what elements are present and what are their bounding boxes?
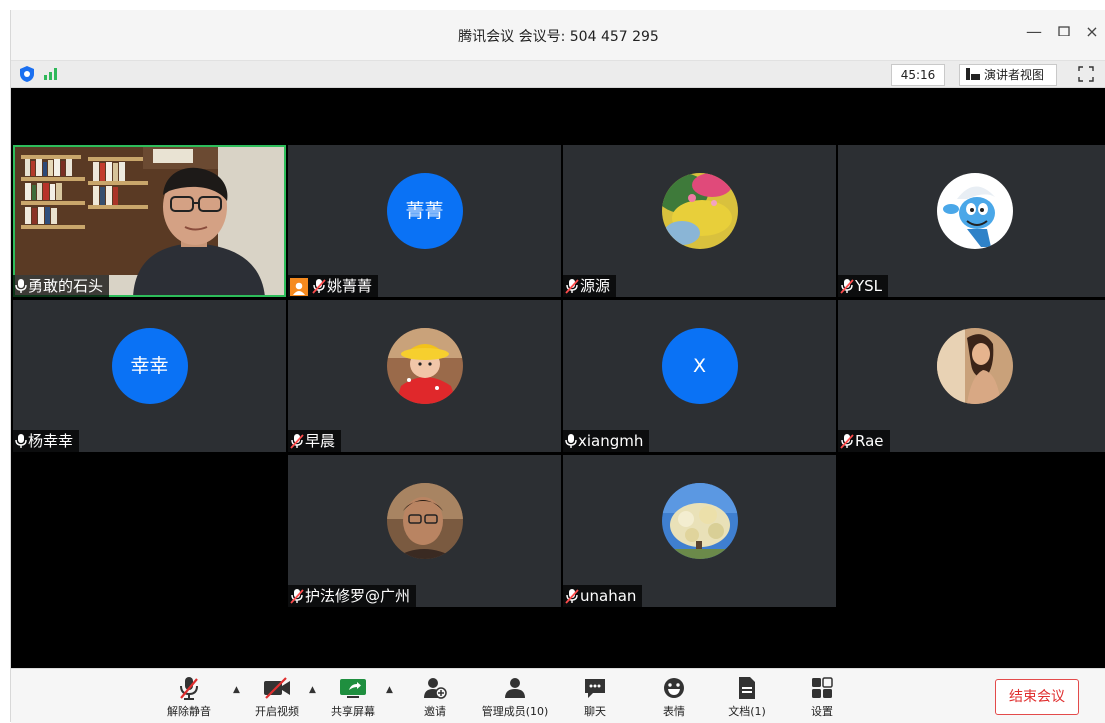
meeting-timer: 45:16 (891, 64, 945, 86)
window-title: 腾讯会议 会议号: 504 457 295 (458, 29, 659, 45)
reactions-label: 表情 (663, 705, 685, 718)
start-video-button[interactable]: 开启视频 (247, 675, 307, 719)
microphone-muted-icon (312, 279, 326, 294)
participant-name: 姚菁菁 (327, 277, 373, 295)
share-screen-icon (340, 679, 366, 698)
participant-nametag: 姚菁菁 (288, 275, 379, 297)
avatar: 幸幸 (111, 328, 188, 404)
avatar: 菁菁 (386, 173, 463, 249)
maximize-button[interactable] (1051, 21, 1077, 40)
participant-tile[interactable]: 幸幸 杨幸幸 (13, 300, 286, 452)
video-gallery: 勇敢的石头 菁菁 姚菁菁 源源 YSL 幸幸 杨幸幸 早晨 X xiangmh … (11, 88, 1105, 668)
participant-nametag: Rae (838, 430, 890, 452)
unmute-label: 解除静音 (167, 705, 211, 718)
maximize-icon (1058, 26, 1070, 37)
close-button[interactable]: × (1079, 22, 1105, 41)
microphone-muted-icon (565, 589, 579, 604)
share-screen-label: 共享屏幕 (331, 705, 375, 718)
smiley-icon (664, 678, 684, 698)
participant-name: 源源 (580, 277, 611, 295)
settings-button[interactable]: 设置 (802, 675, 842, 719)
participant-tile[interactable]: 勇敢的石头 (13, 145, 286, 297)
security-shield-icon[interactable] (19, 65, 35, 83)
participant-tile[interactable]: X xiangmh (563, 300, 836, 452)
fullscreen-icon[interactable] (1077, 65, 1095, 83)
participant-tile[interactable]: 源源 (563, 145, 836, 297)
microphone-muted-icon (565, 279, 579, 294)
avatar: X (661, 328, 738, 404)
chat-label: 聊天 (584, 705, 606, 718)
status-bar: 45:16 演讲者视图 (11, 61, 1105, 88)
participant-tile[interactable]: Rae (838, 300, 1105, 452)
participant-nametag: 护法修罗@广州 (288, 585, 417, 607)
start-video-label: 开启视频 (255, 705, 299, 718)
end-meeting-button[interactable]: 结束会议 (995, 679, 1079, 715)
invite-button[interactable]: 邀请 (415, 675, 455, 719)
participant-nametag: unahan (563, 585, 643, 607)
invite-label: 邀请 (424, 705, 446, 718)
participant-nametag: xiangmh (563, 430, 650, 452)
participant-name: unahan (580, 587, 637, 605)
microphone-muted-icon (840, 434, 854, 449)
video-options-caret-icon[interactable]: ▲ (309, 685, 316, 695)
participant-tile[interactable]: YSL (838, 145, 1105, 297)
share-options-caret-icon[interactable]: ▲ (386, 685, 393, 695)
participant-name: 护法修罗@广州 (305, 587, 411, 605)
avatar (386, 483, 463, 559)
documents-label: 文档(1) (728, 705, 766, 718)
microphone-icon (565, 434, 577, 448)
meeting-window: 腾讯会议 会议号: 504 457 295 — × 45:16 演讲者视图 勇敢… (10, 10, 1105, 723)
unmute-button[interactable]: 解除静音 (159, 675, 219, 719)
participant-name: 早晨 (305, 432, 336, 450)
participant-name: 勇敢的石头 (28, 277, 104, 295)
reactions-button[interactable]: 表情 (654, 675, 694, 719)
title-bar: 腾讯会议 会议号: 504 457 295 — × (11, 10, 1105, 61)
chat-button[interactable]: 聊天 (575, 675, 615, 719)
avatar (386, 328, 463, 404)
presenter-view-icon (966, 68, 980, 80)
settings-grid-icon (812, 677, 833, 698)
microphone-icon (15, 279, 27, 293)
participant-name: YSL (855, 277, 883, 295)
members-icon (505, 678, 525, 698)
settings-label: 设置 (811, 705, 833, 718)
document-icon (739, 677, 755, 699)
signal-strength-icon[interactable] (43, 67, 59, 81)
microphone-muted-icon (290, 589, 304, 604)
avatar (936, 173, 1013, 249)
meeting-toolbar: 解除静音 ▲ 开启视频 ▲ 共享屏幕 ▲ 邀请 管理成员(10) 聊天 表情 文… (11, 668, 1105, 723)
participant-name: xiangmh (578, 432, 644, 450)
avatar (661, 173, 738, 249)
presenter-view-button[interactable]: 演讲者视图 (959, 64, 1057, 86)
participant-tile[interactable]: 早晨 (288, 300, 561, 452)
participant-tile[interactable]: 护法修罗@广州 (288, 455, 561, 607)
participant-tile[interactable]: unahan (563, 455, 836, 607)
minimize-button[interactable]: — (1021, 22, 1047, 41)
participant-name: Rae (855, 432, 884, 450)
presenter-view-label: 演讲者视图 (984, 68, 1045, 82)
microphone-muted-icon (180, 677, 198, 700)
participant-nametag: 勇敢的石头 (13, 275, 110, 297)
host-badge-icon (290, 278, 308, 296)
chat-icon (585, 679, 605, 698)
participant-nametag: 源源 (563, 275, 617, 297)
avatar (661, 483, 738, 559)
participant-tile[interactable]: 菁菁 姚菁菁 (288, 145, 561, 297)
participant-nametag: YSL (838, 275, 889, 297)
documents-button[interactable]: 文档(1) (717, 675, 777, 719)
invite-icon (424, 678, 447, 699)
share-screen-button[interactable]: 共享屏幕 (323, 675, 383, 719)
participant-nametag: 早晨 (288, 430, 342, 452)
microphone-icon (15, 434, 27, 448)
avatar (936, 328, 1013, 404)
participant-name: 杨幸幸 (28, 432, 74, 450)
microphone-muted-icon (840, 279, 854, 294)
audio-options-caret-icon[interactable]: ▲ (233, 685, 240, 695)
microphone-muted-icon (290, 434, 304, 449)
manage-members-button[interactable]: 管理成员(10) (475, 675, 555, 719)
manage-members-label: 管理成员(10) (481, 705, 549, 718)
participant-nametag: 杨幸幸 (13, 430, 80, 452)
camera-off-icon (264, 677, 290, 699)
